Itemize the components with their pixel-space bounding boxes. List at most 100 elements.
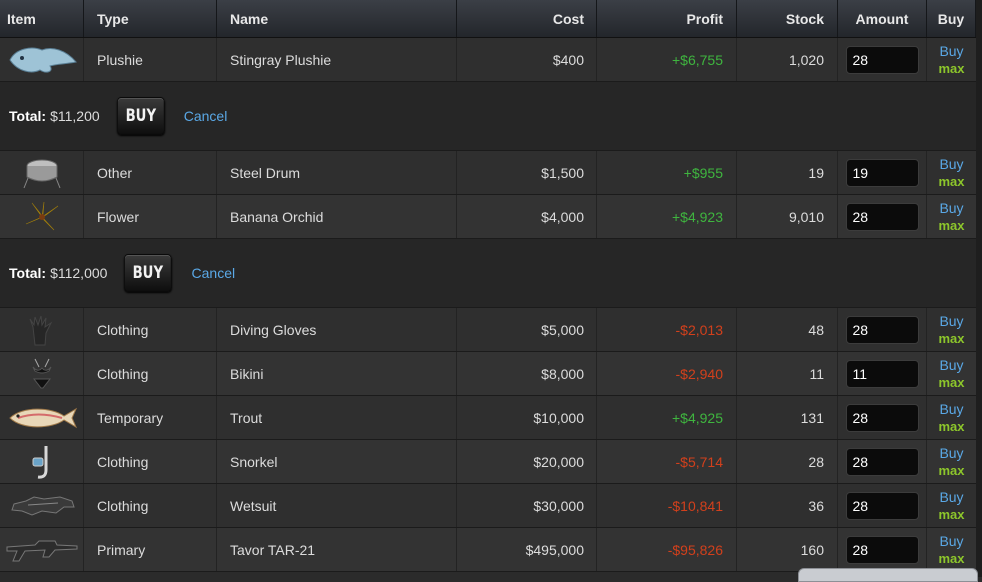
table-row: ClothingDiving Gloves$5,000-$2,01348 Buym… — [0, 308, 976, 352]
table-row: OtherSteel Drum$1,500+$95519 Buymax — [0, 151, 976, 195]
cancel-link[interactable]: Cancel — [192, 265, 236, 281]
amount-input[interactable] — [845, 447, 919, 476]
table-header: Item Type Name Cost Profit Stock Amount … — [0, 0, 976, 38]
column-header-cost[interactable]: Cost — [457, 0, 597, 37]
item-cost: $5,000 — [457, 308, 597, 351]
item-type: Clothing — [84, 308, 217, 351]
item-stock: 160 — [737, 528, 838, 571]
item-cost: $1,500 — [457, 151, 597, 194]
amount-input[interactable] — [845, 403, 919, 432]
item-cost: $30,000 — [457, 484, 597, 527]
item-stock: 19 — [737, 151, 838, 194]
item-type: Clothing — [84, 484, 217, 527]
scrollbar-track[interactable] — [976, 0, 982, 577]
snorkel-icon[interactable] — [0, 440, 84, 483]
max-link[interactable]: max — [938, 418, 964, 436]
max-link[interactable]: max — [938, 173, 964, 191]
amount-input[interactable] — [845, 45, 919, 74]
item-stock: 9,010 — [737, 195, 838, 238]
item-profit: +$4,925 — [597, 396, 737, 439]
trout-icon[interactable] — [0, 396, 84, 439]
diving-gloves-icon[interactable] — [0, 308, 84, 351]
amount-cell — [838, 195, 927, 238]
item-stock: 36 — [737, 484, 838, 527]
buy-link[interactable]: Buy — [939, 444, 963, 462]
item-name: Trout — [217, 396, 457, 439]
column-header-item[interactable]: Item — [0, 0, 84, 37]
buy-cell: Buy max — [927, 396, 976, 439]
stingray-plushie-icon[interactable] — [0, 38, 84, 81]
max-link[interactable]: max — [938, 462, 964, 480]
item-cost: $495,000 — [457, 528, 597, 571]
item-profit: -$10,841 — [597, 484, 737, 527]
table-row: TemporaryTrout$10,000+$4,925131 Buymax — [0, 396, 976, 440]
amount-cell — [838, 528, 927, 571]
amount-input[interactable] — [845, 202, 919, 231]
total-value: $11,200 — [50, 108, 100, 124]
item-name: Steel Drum — [217, 151, 457, 194]
amount-cell — [838, 352, 927, 395]
max-link[interactable]: max — [938, 550, 964, 568]
confirm-buy-button[interactable]: BUY — [116, 97, 165, 135]
max-link[interactable]: max — [938, 60, 964, 78]
buy-cell: Buy max — [927, 352, 976, 395]
item-type: Temporary — [84, 396, 217, 439]
total-value: $112,000 — [50, 265, 108, 281]
amount-input[interactable] — [845, 158, 919, 187]
item-profit: +$6,755 — [597, 38, 737, 81]
max-link[interactable]: max — [938, 506, 964, 524]
item-stock: 28 — [737, 440, 838, 483]
buy-link[interactable]: Buy — [939, 488, 963, 506]
column-header-profit[interactable]: Profit — [597, 0, 737, 37]
buy-link[interactable]: Buy — [939, 199, 963, 217]
item-profit: +$4,923 — [597, 195, 737, 238]
column-header-type[interactable]: Type — [84, 0, 217, 37]
table-body: PlushieStingray Plushie$400+$6,7551,020 B… — [0, 38, 976, 572]
item-type: Flower — [84, 195, 217, 238]
max-link[interactable]: max — [938, 330, 964, 348]
confirm-buy-button[interactable]: BUY — [124, 254, 173, 292]
item-name: Wetsuit — [217, 484, 457, 527]
wetsuit-icon[interactable] — [0, 484, 84, 527]
max-link[interactable]: max — [938, 374, 964, 392]
item-profit: -$5,714 — [597, 440, 737, 483]
buy-link[interactable]: Buy — [939, 155, 963, 173]
amount-input[interactable] — [845, 535, 919, 564]
item-type: Plushie — [84, 38, 217, 81]
item-type: Primary — [84, 528, 217, 571]
item-stock: 11 — [737, 352, 838, 395]
item-type: Other — [84, 151, 217, 194]
item-cost: $8,000 — [457, 352, 597, 395]
banana-orchid-icon[interactable] — [0, 195, 84, 238]
chat-tab-edge[interactable] — [798, 568, 978, 582]
buy-link[interactable]: Buy — [939, 400, 963, 418]
table-row: ClothingBikini$8,000-$2,94011 Buymax — [0, 352, 976, 396]
item-type: Clothing — [84, 440, 217, 483]
cancel-link[interactable]: Cancel — [184, 108, 228, 124]
buy-link[interactable]: Buy — [939, 356, 963, 374]
amount-input[interactable] — [845, 315, 919, 344]
item-cost: $20,000 — [457, 440, 597, 483]
item-profit: -$2,013 — [597, 308, 737, 351]
item-name: Stingray Plushie — [217, 38, 457, 81]
bikini-icon[interactable] — [0, 352, 84, 395]
item-profit: +$955 — [597, 151, 737, 194]
column-header-name[interactable]: Name — [217, 0, 457, 37]
table-row: PrimaryTavor TAR-21$495,000-$95,826160 Bu… — [0, 528, 976, 572]
tavor-rifle-icon[interactable] — [0, 528, 84, 571]
item-stock: 131 — [737, 396, 838, 439]
buy-link[interactable]: Buy — [939, 42, 963, 60]
buy-link[interactable]: Buy — [939, 532, 963, 550]
item-name: Tavor TAR-21 — [217, 528, 457, 571]
item-type: Clothing — [84, 352, 217, 395]
buy-link[interactable]: Buy — [939, 312, 963, 330]
column-header-buy: Buy — [927, 0, 976, 37]
purchase-confirmation: Total: $112,000 BUY Cancel — [0, 239, 976, 308]
table-row: ClothingWetsuit$30,000-$10,84136 Buymax — [0, 484, 976, 528]
amount-input[interactable] — [845, 359, 919, 388]
steel-drum-icon[interactable] — [0, 151, 84, 194]
amount-input[interactable] — [845, 491, 919, 520]
max-link[interactable]: max — [938, 217, 964, 235]
buy-cell: Buy max — [927, 440, 976, 483]
column-header-stock[interactable]: Stock — [737, 0, 838, 37]
